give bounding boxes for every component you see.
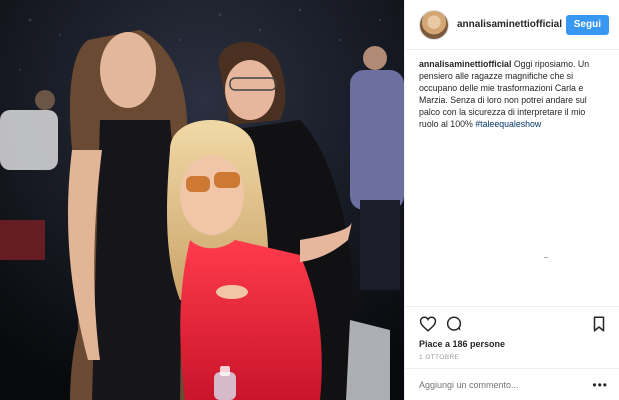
action-bar: Piace a 186 persone 1 OTTOBRE	[405, 306, 619, 361]
bookmark-icon[interactable]	[590, 315, 608, 333]
comment-icon[interactable]	[445, 315, 463, 333]
post-photo[interactable]	[0, 0, 404, 400]
follow-button[interactable]: Segui	[565, 14, 609, 35]
post-sidebar: annalisaminettiofficial Segui annalisami…	[404, 0, 619, 400]
likes-count[interactable]: Piace a 186 persone	[419, 339, 608, 349]
avatar[interactable]	[419, 9, 449, 40]
caption-hashtag[interactable]: #taleequaleshow	[475, 119, 541, 129]
caption: annalisaminettiofficial Oggi riposiamo. …	[405, 50, 619, 130]
comment-box: •••	[405, 368, 619, 400]
action-icons-row	[419, 315, 608, 333]
more-options-button[interactable]: •••	[592, 379, 608, 391]
caption-username[interactable]: annalisaminettiofficial	[419, 59, 511, 69]
post-date: 1 OTTOBRE	[419, 354, 460, 361]
instagram-post: annalisaminettiofficial Segui annalisami…	[0, 0, 619, 400]
header-username[interactable]: annalisaminettiofficial	[457, 19, 566, 30]
post-header: annalisaminettiofficial Segui	[405, 0, 619, 50]
comment-input[interactable]	[419, 379, 593, 390]
divider-mark	[544, 257, 548, 258]
heart-icon[interactable]	[419, 315, 437, 333]
post-photo-image	[0, 0, 404, 400]
